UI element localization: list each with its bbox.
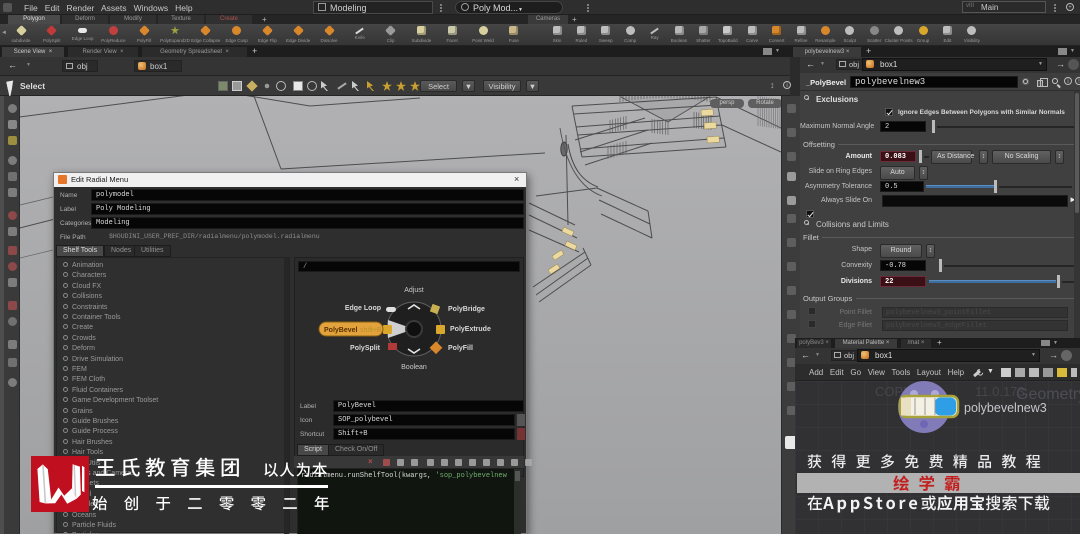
svg-text:PolyExtrude: PolyExtrude (450, 326, 491, 333)
svg-text:shift+B: shift+B (360, 327, 382, 334)
svg-text:polybevelnew3: polybevelnew3 (964, 401, 1047, 415)
svg-text:PolyBridge: PolyBridge (448, 306, 485, 313)
svg-text:Boolean: Boolean (401, 364, 427, 371)
svg-text:PolyFill: PolyFill (448, 345, 473, 352)
svg-text:Edge Loop: Edge Loop (345, 305, 381, 312)
svg-text:PolyBevel: PolyBevel (324, 327, 358, 334)
svg-text:PolySplit: PolySplit (350, 345, 381, 352)
svg-text:Adjust: Adjust (404, 287, 424, 294)
